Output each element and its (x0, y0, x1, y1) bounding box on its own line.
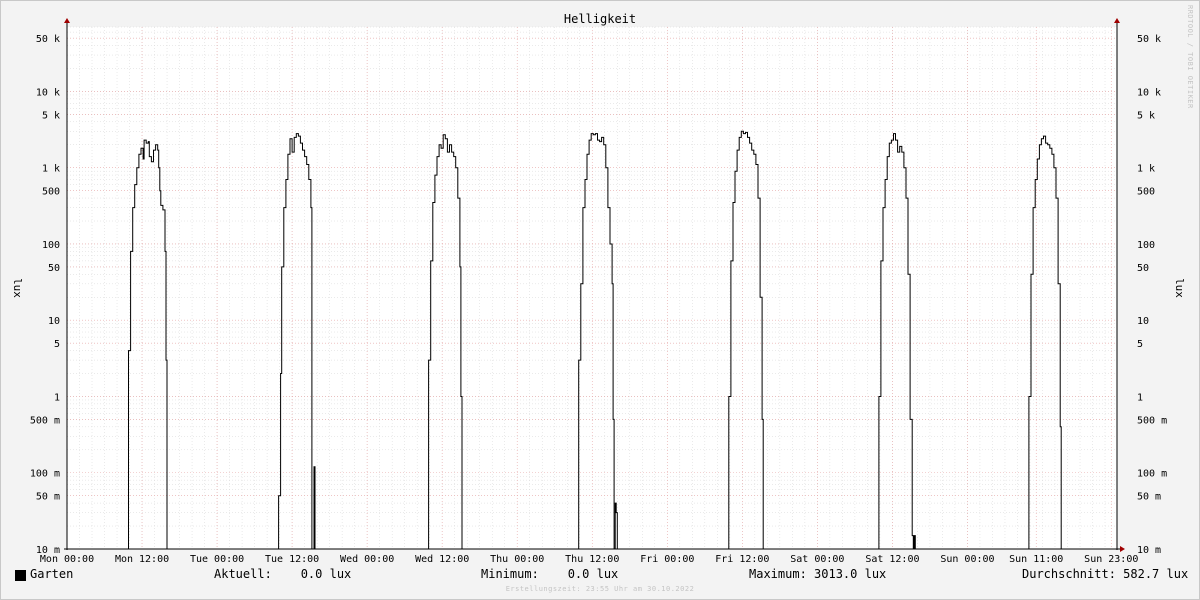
x-tick-label: Sun 11:00 (1009, 554, 1063, 565)
x-tick-label: Sun 00:00 (940, 554, 994, 565)
y-tick-label-left: 10 k (36, 87, 60, 98)
y-tick-label-right: 500 (1137, 187, 1155, 198)
x-tick-label: Sat 00:00 (790, 554, 844, 565)
y-tick-label-left: 100 m (30, 469, 60, 480)
y-tick-label-right: 100 (1137, 240, 1155, 251)
y-tick-label-right: 10 k (1137, 87, 1161, 98)
legend-row: Garten Aktuell: 0.0 lux Minimum: 0.0 lux… (0, 567, 1200, 583)
y-tick-label-left: 5 k (42, 110, 60, 121)
y-axis-label-right: lux (1173, 278, 1186, 298)
x-tick-label: Tue 12:00 (265, 554, 319, 565)
y-tick-label-left: 1 k (42, 164, 60, 175)
y-tick-label-left: 1 (54, 392, 60, 403)
y-axis-arrow-left (64, 18, 70, 23)
rrdtool-watermark: RRDTOOL / TOBI OETIKER (1186, 5, 1194, 109)
x-axis-arrow (1120, 546, 1125, 552)
legend-series-name: Garten (30, 567, 74, 581)
y-tick-label-right: 1 (1137, 392, 1143, 403)
y-tick-label-left: 50 k (36, 34, 60, 45)
y-tick-label-right: 1 k (1137, 164, 1155, 175)
x-tick-label: Sat 12:00 (865, 554, 919, 565)
x-tick-label: Fri 00:00 (640, 554, 694, 565)
y-tick-label-left: 5 (54, 339, 60, 350)
y-tick-label-right: 500 m (1137, 415, 1167, 426)
x-tick-label: Mon 12:00 (115, 554, 169, 565)
y-tick-label-right: 10 m (1137, 545, 1161, 556)
y-tick-label-left: 50 (48, 263, 60, 274)
y-tick-label-right: 100 m (1137, 469, 1167, 480)
y-tick-label-right: 5 (1137, 339, 1143, 350)
x-tick-label: Thu 00:00 (490, 554, 544, 565)
y-tick-label-right: 50 k (1137, 34, 1161, 45)
x-tick-label: Tue 00:00 (190, 554, 244, 565)
y-tick-label-left: 10 (48, 316, 60, 327)
y-tick-label-right: 10 (1137, 316, 1149, 327)
y-tick-label-right: 50 (1137, 263, 1149, 274)
y-axis-arrow-right (1114, 18, 1120, 23)
y-tick-label-right: 50 m (1137, 492, 1161, 503)
y-tick-label-left: 500 (42, 187, 60, 198)
stat-aktuell: Aktuell: 0.0 lux (214, 567, 352, 581)
stat-durchschnitt: Durchschnitt: 582.7 lux (1022, 567, 1189, 581)
footer-timestamp: Erstellungszeit: 23:55 Uhr am 30.10.2022 (505, 585, 695, 593)
brightness-chart: 10 m 10 m50 m 50 m100 m 100 m500 m 500 m1 15 5… (11, 12, 1186, 565)
x-tick-label: Wed 12:00 (415, 554, 469, 565)
x-tick-label: Fri 12:00 (715, 554, 769, 565)
y-tick-label-left: 500 m (30, 415, 60, 426)
y-axis-label-left: lux (11, 278, 24, 298)
x-tick-label: Mon 00:00 (40, 554, 94, 565)
x-tick-label: Sun 23:00 (1084, 554, 1138, 565)
chart-title: Helligkeit (564, 12, 636, 26)
y-tick-label-left: 50 m (36, 492, 60, 503)
y-tick-label-left: 100 (42, 240, 60, 251)
legend-swatch-garten (15, 570, 26, 581)
y-tick-label-right: 5 k (1137, 110, 1155, 121)
stat-minimum: Minimum: 0.0 lux (481, 567, 619, 581)
stat-maximum: Maximum: 3013.0 lux (749, 567, 887, 581)
x-tick-label: Wed 00:00 (340, 554, 394, 565)
x-tick-label: Thu 12:00 (565, 554, 619, 565)
